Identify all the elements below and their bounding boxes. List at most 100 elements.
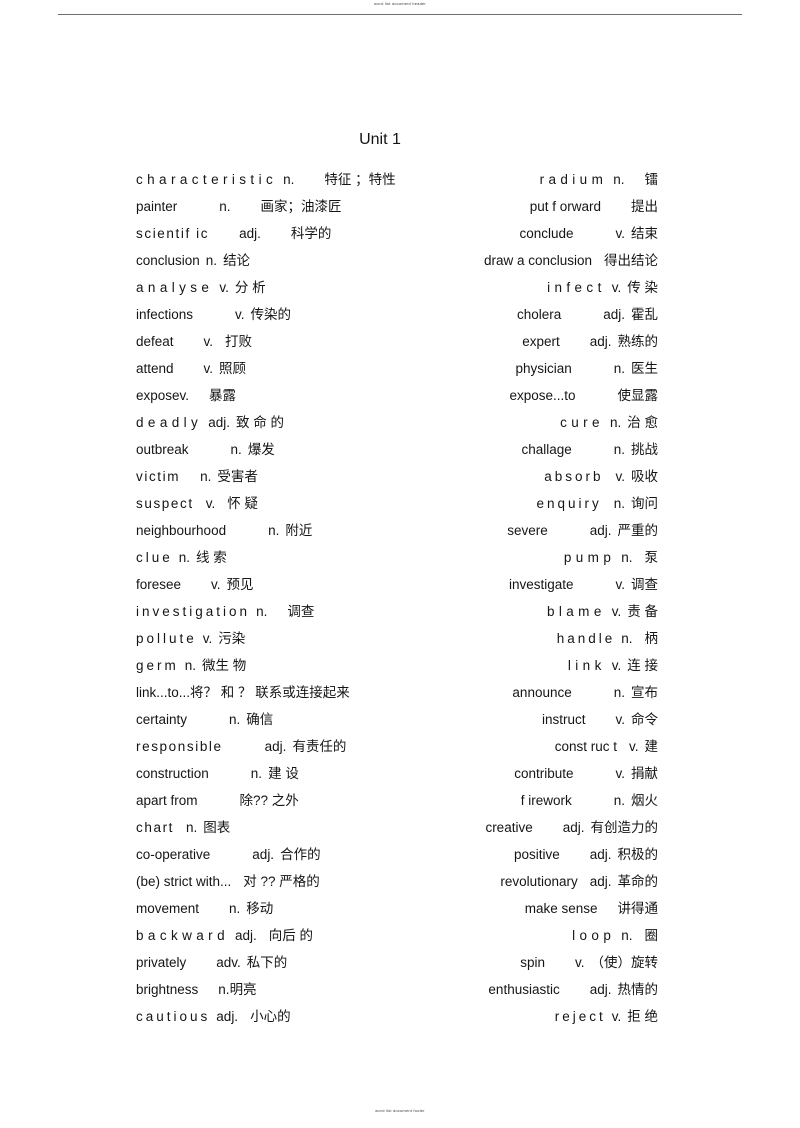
entry-word: cure (560, 415, 604, 430)
entry-word: outbreak (136, 442, 189, 457)
entry-part-of-speech: n. (219, 199, 231, 214)
entry-word: link (567, 658, 606, 673)
entry-word: reject (554, 1009, 606, 1024)
word-entry: analyse v. 分 析 (136, 274, 421, 301)
entry-part-of-speech: adv. (216, 955, 241, 970)
entry-word: draw a conclusion (483, 253, 592, 268)
word-entry: conclude v. 结束 (398, 220, 658, 247)
entry-meaning: 连 接 (627, 658, 658, 673)
word-entry: suspect v. 怀 疑 (136, 490, 421, 517)
word-entry: reject v. 拒 绝 (398, 1003, 658, 1030)
word-entry: co-operative adj. 合作的 (136, 841, 421, 868)
entry-meaning: 建 设 (268, 766, 299, 781)
entry-part-of-speech: n. (178, 550, 191, 565)
word-entry: handle n. 柄 (398, 625, 658, 652)
entry-word: loop (572, 928, 616, 943)
entry-meaning: 使显露 (617, 388, 659, 403)
entry-part-of-speech: n. (613, 361, 625, 376)
word-entry: investigate v. 调查 (398, 571, 658, 598)
entry-part-of-speech: v. (611, 280, 622, 295)
entry-part-of-speech: adj. (589, 847, 612, 862)
entry-meaning: 对 ?? 严格的 (243, 874, 320, 889)
word-entry: chart n. 图表 (136, 814, 421, 841)
entry-meaning: 熟练的 (617, 334, 659, 349)
word-entry: contribute v. 捐献 (398, 760, 658, 787)
entry-word: characteristic (136, 172, 278, 187)
entry-word: revolutionary (500, 874, 578, 889)
entry-meaning: 线 索 (196, 550, 227, 565)
word-column-right: radium n. 镭 put f orward 提出 conclude v. 结束 draw … (398, 166, 658, 1030)
entry-part-of-speech: n. (613, 793, 625, 808)
entry-part-of-speech: adj. (589, 874, 612, 889)
entry-word: blame (546, 604, 606, 619)
word-entry: cure n. 治 愈 (398, 409, 658, 436)
entry-part-of-speech: adj. (589, 523, 612, 538)
entry-meaning: 特征 ；特性 (324, 172, 396, 187)
word-entry: cautious adj. 小心的 (136, 1003, 421, 1030)
entry-word: contribute (514, 766, 574, 781)
entry-word: construction (136, 766, 209, 781)
entry-part-of-speech: n. (621, 550, 633, 565)
entry-meaning: 霍乱 (631, 307, 658, 322)
entry-meaning: 微生 物 (202, 658, 247, 673)
word-entry: privately adv. 私下的 (136, 949, 421, 976)
document-page: word list document header Unit 1 charact… (0, 0, 800, 1128)
footer-text: word list document footer (375, 1108, 425, 1113)
entry-part-of-speech: adj. (603, 307, 625, 322)
word-entry: expose...to 使显露 (398, 382, 658, 409)
word-entry: defeat v. 打败 (136, 328, 421, 355)
entry-meaning: 拒 绝 (627, 1009, 658, 1024)
entry-word: victim (136, 469, 181, 484)
entry-word: conclude (519, 226, 574, 241)
entry-part-of-speech: adj. (562, 820, 585, 835)
word-entry: radium n. 镭 (398, 166, 658, 193)
entry-meaning: 结束 (631, 226, 658, 241)
entry-word: expose...to (509, 388, 576, 403)
entry-part-of-speech: n. (186, 820, 198, 835)
entry-part-of-speech: n. (250, 766, 263, 781)
entry-word: f irework (520, 793, 572, 808)
entry-part-of-speech: v. (575, 955, 585, 970)
entry-word: pump (563, 550, 616, 565)
entry-word: enthusiastic (488, 982, 560, 997)
page-footer: word list document footer (60, 1108, 740, 1120)
entry-word: conclusion (136, 253, 200, 268)
entry-word: analyse (136, 280, 214, 295)
entry-part-of-speech: n. (205, 253, 218, 268)
word-entry: put f orward 提出 (398, 193, 658, 220)
entry-meaning: 讲得通 (617, 901, 659, 916)
word-entry: movement n. 移动 (136, 895, 421, 922)
entry-part-of-speech: adj. (589, 982, 612, 997)
entry-meaning: 暴露 (209, 388, 237, 403)
word-entry: expert adj. 熟练的 (398, 328, 658, 355)
word-entry: link...to...将？ 和 ？ 联系或连接起来 (136, 679, 421, 706)
entry-word: radium (539, 172, 608, 187)
entry-part-of-speech: v. (615, 469, 626, 484)
header-divider (58, 14, 742, 15)
word-entry: cholera adj. 霍乱 (398, 301, 658, 328)
word-entry: attend v. 照顾 (136, 355, 421, 382)
entry-word: make sense (524, 901, 598, 916)
word-entry: blame v. 责 备 (398, 598, 658, 625)
entry-meaning: 镭 (644, 172, 659, 187)
entry-word: attend (136, 361, 174, 376)
entry-word: deadly (136, 415, 203, 430)
entry-word: absorb (544, 469, 604, 484)
word-entry: enquiry n. 询问 (398, 490, 658, 517)
word-entry: foresee v. 预见 (136, 571, 421, 598)
entry-word: cautious (136, 1009, 211, 1024)
word-entry: loop n. 圈 (398, 922, 658, 949)
entry-word: germ (136, 658, 179, 673)
entry-meaning: 确信 (246, 712, 274, 727)
entry-word: put f orward (529, 199, 601, 214)
word-entry: pump n. 泵 (398, 544, 658, 571)
entry-meaning: 柄 (644, 631, 659, 646)
entry-word: responsible (136, 739, 223, 754)
entry-word: enquiry (536, 496, 602, 511)
entry-part-of-speech: adj. (216, 1009, 239, 1024)
word-entry: apart from 除?? 之外 (136, 787, 421, 814)
word-entry: challage n. 挑战 (398, 436, 658, 463)
entry-part-of-speech: v. (611, 604, 622, 619)
word-entry: announce n. 宣布 (398, 679, 658, 706)
entry-meaning: 合作的 (280, 847, 321, 862)
